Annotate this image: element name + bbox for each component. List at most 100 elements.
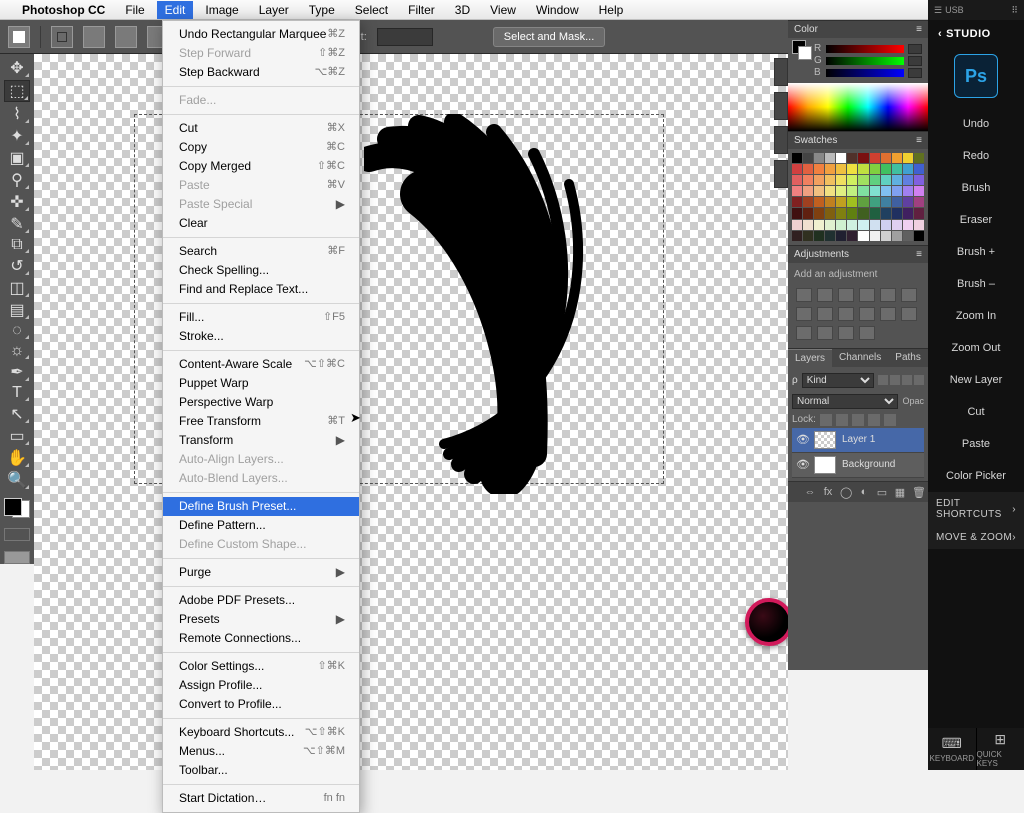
studio-brush-[interactable]: Brush – <box>928 268 1024 300</box>
fill-adj-icon[interactable]: ◐ <box>858 486 870 498</box>
swatch[interactable] <box>847 153 857 163</box>
swatch[interactable] <box>870 220 880 230</box>
blur-tool[interactable]: ◌ <box>4 322 30 340</box>
swatch[interactable] <box>914 208 924 218</box>
swatch[interactable] <box>858 220 868 230</box>
mask-icon[interactable]: ◯ <box>840 486 852 498</box>
adjustment-icon[interactable] <box>859 307 875 321</box>
link-icon[interactable]: ⇔ <box>804 486 816 498</box>
studio-new-layer[interactable]: New Layer <box>928 364 1024 396</box>
swatch[interactable] <box>814 220 824 230</box>
swatch[interactable] <box>792 231 802 241</box>
swatch[interactable] <box>847 186 857 196</box>
studio-brush-[interactable]: Brush + <box>928 236 1024 268</box>
menu-item-toolbar[interactable]: Toolbar... <box>163 761 359 780</box>
swatch[interactable] <box>881 208 891 218</box>
adjustment-icon[interactable] <box>817 288 833 302</box>
menu-item-cut[interactable]: Cut⌘X <box>163 119 359 138</box>
swatch[interactable] <box>914 153 924 163</box>
swatch[interactable] <box>870 197 880 207</box>
menu-item-menus[interactable]: Menus...⌥⇧⌘M <box>163 742 359 761</box>
menu-item-copy[interactable]: Copy⌘C <box>163 138 359 157</box>
swatch[interactable] <box>881 220 891 230</box>
swatch[interactable] <box>914 197 924 207</box>
swatch[interactable] <box>903 164 913 174</box>
adjustment-icon[interactable] <box>838 288 854 302</box>
b-slider[interactable] <box>826 69 904 77</box>
swatch[interactable] <box>847 197 857 207</box>
studio-header[interactable]: ‹ STUDIO <box>928 20 1024 48</box>
tray-icon[interactable] <box>774 160 788 188</box>
tray-icon[interactable] <box>774 126 788 154</box>
screen-mode-full-icon[interactable] <box>4 551 30 564</box>
menu-item-perspective-warp[interactable]: Perspective Warp <box>163 393 359 412</box>
layer-row[interactable]: 👁Background <box>792 453 924 478</box>
adjustment-icon[interactable] <box>880 288 896 302</box>
swatch[interactable] <box>858 175 868 185</box>
menu-edit[interactable]: Edit <box>157 1 194 19</box>
selection-new-icon[interactable] <box>51 26 73 48</box>
layer-thumbnail[interactable] <box>814 431 836 449</box>
filter-icon[interactable] <box>902 375 912 385</box>
swatch[interactable] <box>870 175 880 185</box>
menu-item-check-spelling[interactable]: Check Spelling... <box>163 261 359 280</box>
menu-image[interactable]: Image <box>197 1 246 19</box>
g-slider[interactable] <box>826 57 904 65</box>
adjustment-icon[interactable] <box>880 307 896 321</box>
swatch[interactable] <box>870 231 880 241</box>
swatch[interactable] <box>847 164 857 174</box>
swatch[interactable] <box>792 220 802 230</box>
swatch[interactable] <box>870 164 880 174</box>
menu-type[interactable]: Type <box>301 1 343 19</box>
swatch[interactable] <box>903 208 913 218</box>
swatch[interactable] <box>903 231 913 241</box>
r-slider[interactable] <box>826 45 904 53</box>
swatch[interactable] <box>881 153 891 163</box>
adjustment-icon[interactable] <box>901 307 917 321</box>
studio-color-picker[interactable]: Color Picker <box>928 460 1024 492</box>
swatch[interactable] <box>892 220 902 230</box>
swatch[interactable] <box>803 153 813 163</box>
studio-zoom-in[interactable]: Zoom In <box>928 300 1024 332</box>
gradient-tool[interactable]: ▤ <box>4 300 30 320</box>
swatch[interactable] <box>881 231 891 241</box>
swatch[interactable] <box>814 231 824 241</box>
swatch[interactable] <box>858 231 868 241</box>
type-tool[interactable]: T <box>4 384 30 402</box>
selection-add-icon[interactable] <box>83 26 105 48</box>
swatch[interactable] <box>881 164 891 174</box>
menu-filter[interactable]: Filter <box>400 1 443 19</box>
swatch[interactable] <box>881 186 891 196</box>
swatches-panel-header[interactable]: Swatches ≡ <box>788 131 928 149</box>
pen-tool[interactable]: ✒ <box>4 362 30 382</box>
swatch[interactable] <box>792 164 802 174</box>
swatch[interactable] <box>825 164 835 174</box>
menu-item-start-dictation[interactable]: Start Dictation…fn fn <box>163 789 359 808</box>
quick-keys-tab[interactable]: ⊞QUICK KEYS <box>977 728 1024 770</box>
screen-mode-standard-icon[interactable] <box>4 528 30 541</box>
swatch[interactable] <box>903 186 913 196</box>
swatch[interactable] <box>814 186 824 196</box>
menu-select[interactable]: Select <box>347 1 396 19</box>
swatch[interactable] <box>903 220 913 230</box>
swatch[interactable] <box>803 164 813 174</box>
zoom-tool[interactable]: 🔍 <box>4 470 30 490</box>
adjustments-panel-header[interactable]: Adjustments ≡ <box>788 245 928 263</box>
lasso-tool[interactable]: ⌇ <box>4 104 30 124</box>
swatch[interactable] <box>814 197 824 207</box>
swatch[interactable] <box>836 175 846 185</box>
b-value[interactable] <box>908 68 922 78</box>
swatch[interactable] <box>836 186 846 196</box>
lock-position-icon[interactable] <box>836 414 848 426</box>
swatch[interactable] <box>825 208 835 218</box>
path-select-tool[interactable]: ↖ <box>4 404 30 424</box>
menu-item-clear[interactable]: Clear <box>163 214 359 233</box>
menu-window[interactable]: Window <box>528 1 587 19</box>
g-value[interactable] <box>908 56 922 66</box>
filter-icon[interactable] <box>914 375 924 385</box>
swatch[interactable] <box>847 231 857 241</box>
swatch[interactable] <box>836 153 846 163</box>
menu-item-purge[interactable]: Purge▶ <box>163 563 359 582</box>
swatch[interactable] <box>814 208 824 218</box>
visibility-icon[interactable]: 👁 <box>796 460 808 470</box>
